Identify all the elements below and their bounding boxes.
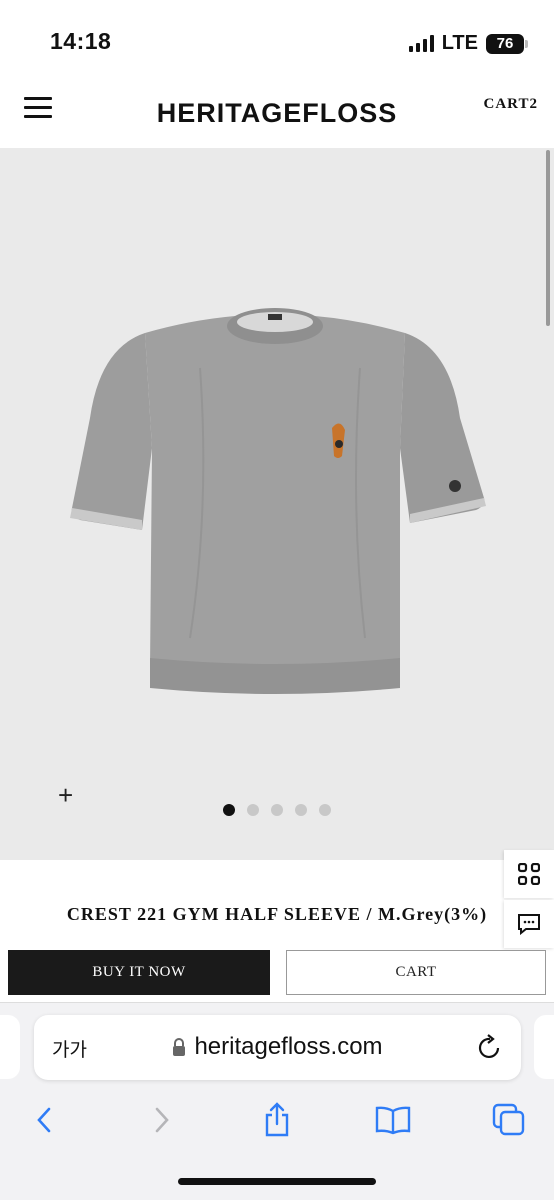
back-button[interactable] (22, 1098, 66, 1142)
bookmarks-button[interactable] (371, 1098, 415, 1142)
next-tab-edge[interactable] (534, 1015, 554, 1079)
book-icon (375, 1106, 411, 1135)
forward-button[interactable] (140, 1098, 184, 1142)
page-scrollbar[interactable] (546, 150, 550, 326)
header-cart-link[interactable]: CART2 (484, 96, 538, 113)
carousel-dot-3[interactable] (271, 804, 283, 816)
grid-icon (518, 863, 540, 885)
signal-icon (408, 35, 434, 52)
previous-tab-edge[interactable] (0, 1015, 20, 1079)
status-bar: 14:18 LTE 76 (0, 0, 554, 78)
status-indicators: LTE 76 (408, 32, 528, 55)
chevron-left-icon (37, 1107, 51, 1133)
grid-view-button[interactable] (504, 850, 554, 898)
tabs-button[interactable] (487, 1098, 531, 1142)
add-to-cart-button[interactable]: CART (286, 950, 546, 995)
share-button[interactable] (255, 1098, 299, 1142)
carousel-dot-2[interactable] (247, 804, 259, 816)
browser-toolbar: 가가 heritagefloss.com (0, 1002, 554, 1200)
battery-level: 76 (496, 35, 514, 52)
buy-now-button[interactable]: BUY IT NOW (8, 950, 270, 995)
browser-nav-toolbar (0, 1098, 554, 1148)
tabs-icon (492, 1103, 525, 1136)
network-type: LTE (441, 32, 478, 54)
carousel-dot-1[interactable] (223, 804, 235, 816)
chevron-right-icon (155, 1107, 169, 1133)
battery-icon: 76 (486, 33, 528, 54)
url-display[interactable]: heritagefloss.com (34, 1033, 521, 1061)
address-bar[interactable]: 가가 heritagefloss.com (34, 1015, 521, 1080)
product-title: CREST 221 GYM HALF SLEEVE / M.Grey(3%) (66, 904, 488, 924)
product-image (70, 308, 486, 694)
url-text: heritagefloss.com (194, 1033, 383, 1060)
brand-logo[interactable]: HERITAGEFLOSS (0, 98, 554, 129)
carousel-dot-5[interactable] (319, 804, 331, 816)
home-indicator[interactable] (178, 1178, 376, 1185)
product-gallery[interactable]: + (0, 148, 554, 860)
lock-icon (173, 1038, 186, 1056)
carousel-dot-4[interactable] (295, 804, 307, 816)
status-time: 14:18 (50, 28, 112, 54)
share-icon (265, 1102, 289, 1137)
carousel-dots (0, 804, 554, 816)
site-header: HERITAGEFLOSS CART2 (0, 78, 554, 148)
reload-icon[interactable] (477, 1033, 503, 1061)
